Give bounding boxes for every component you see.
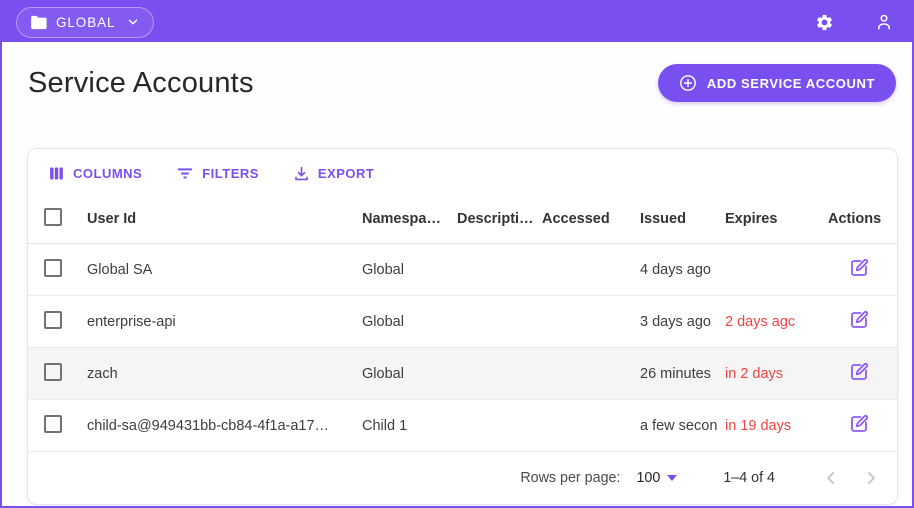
folder-icon — [30, 15, 47, 30]
org-selector-button[interactable]: GLOBAL — [16, 6, 155, 38]
table-toolbar: COLUMNS FILTERS EXPORT — [28, 149, 897, 194]
chevron-right-icon — [861, 468, 881, 488]
add-service-account-button[interactable]: ADD SERVICE ACCOUNT — [657, 64, 896, 102]
cell-user-id: child-sa@949431bb-cb84-4f1a-a17… — [87, 417, 330, 434]
person-icon — [874, 12, 894, 32]
columns-button[interactable]: COLUMNS — [48, 165, 142, 182]
edit-button[interactable] — [847, 308, 871, 335]
cell-namespace: Global — [362, 313, 404, 330]
edit-icon — [847, 360, 871, 384]
cell-namespace: Global — [362, 261, 404, 278]
cell-expires: in 2 days — [725, 365, 784, 382]
add-service-account-label: ADD SERVICE ACCOUNT — [706, 75, 875, 91]
org-selector-label: GLOBAL — [56, 14, 116, 30]
column-header-issued[interactable]: Issued — [640, 211, 725, 227]
rows-per-page-select[interactable]: 100 — [636, 470, 678, 486]
page-header: Service Accounts ADD SERVICE ACCOUNT — [2, 42, 912, 102]
topbar: GLOBAL — [2, 2, 912, 42]
chevron-down-icon — [126, 15, 140, 29]
plus-circle-icon — [679, 74, 697, 92]
column-header-accessed[interactable]: Accessed — [542, 211, 640, 227]
table-pagination: Rows per page: 100 1–4 of 4 — [28, 452, 897, 504]
pagination-range: 1–4 of 4 — [723, 470, 775, 486]
table-row: Global SA Global 4 days ago — [28, 244, 897, 296]
columns-label: COLUMNS — [73, 165, 143, 181]
edit-button[interactable] — [847, 256, 871, 283]
topbar-actions — [815, 12, 894, 32]
table-row: enterprise-api Global 3 days ago 2 days … — [28, 296, 897, 348]
edit-icon — [847, 412, 871, 436]
column-header-description[interactable]: Descripti… — [457, 211, 542, 227]
caret-down-icon — [667, 475, 678, 481]
column-header-user-id[interactable]: User Id — [87, 211, 362, 227]
service-accounts-card: COLUMNS FILTERS EXPORT User Id Namespa… … — [27, 148, 898, 505]
previous-page-button[interactable] — [821, 468, 841, 488]
export-button[interactable]: EXPORT — [293, 165, 374, 182]
user-account-button[interactable] — [874, 12, 894, 32]
app-window: GLOBAL Service Accounts ADD SERVICE ACCO… — [0, 0, 914, 508]
cell-user-id: zach — [87, 365, 118, 382]
cell-issued: 26 minutes — [640, 365, 711, 382]
filters-button[interactable]: FILTERS — [176, 164, 259, 182]
cell-user-id: Global SA — [87, 261, 153, 278]
column-header-namespace[interactable]: Namespa… — [362, 211, 457, 227]
row-checkbox[interactable] — [44, 362, 62, 381]
columns-icon — [48, 165, 65, 182]
pager-controls — [821, 468, 881, 488]
row-checkbox[interactable] — [44, 310, 62, 329]
table-row: child-sa@949431bb-cb84-4f1a-a17… Child 1… — [28, 400, 897, 452]
rows-per-page-value: 100 — [636, 470, 661, 486]
filter-icon — [176, 164, 194, 182]
cell-user-id: enterprise-api — [87, 313, 176, 330]
row-checkbox[interactable] — [44, 414, 62, 433]
rows-per-page-label: Rows per page: — [520, 470, 621, 486]
filters-label: FILTERS — [202, 165, 259, 181]
cell-namespace: Global — [362, 365, 404, 382]
table-header-row: User Id Namespa… Descripti… Accessed Iss… — [28, 194, 897, 244]
download-icon — [293, 165, 310, 182]
cell-expires: in 19 days — [725, 417, 792, 434]
next-page-button[interactable] — [861, 468, 881, 488]
edit-icon — [847, 308, 871, 332]
row-checkbox[interactable] — [44, 258, 62, 277]
cell-issued: 3 days ago — [640, 313, 711, 330]
cell-expires: 2 days agc — [725, 313, 796, 330]
column-header-expires[interactable]: Expires — [725, 211, 828, 227]
gear-icon — [815, 13, 834, 32]
cell-namespace: Child 1 — [362, 417, 408, 434]
export-label: EXPORT — [317, 165, 375, 181]
cell-issued: 4 days ago — [640, 261, 711, 278]
select-all-checkbox[interactable] — [44, 207, 62, 226]
cell-issued: a few secon — [640, 417, 718, 434]
chevron-left-icon — [821, 468, 841, 488]
edit-button[interactable] — [847, 412, 871, 439]
page-title: Service Accounts — [28, 66, 254, 99]
settings-button[interactable] — [815, 13, 834, 32]
edit-icon — [847, 256, 871, 280]
table-row: zach Global 26 minutes in 2 days — [28, 348, 897, 400]
edit-button[interactable] — [847, 360, 871, 387]
column-header-actions: Actions — [828, 210, 881, 227]
